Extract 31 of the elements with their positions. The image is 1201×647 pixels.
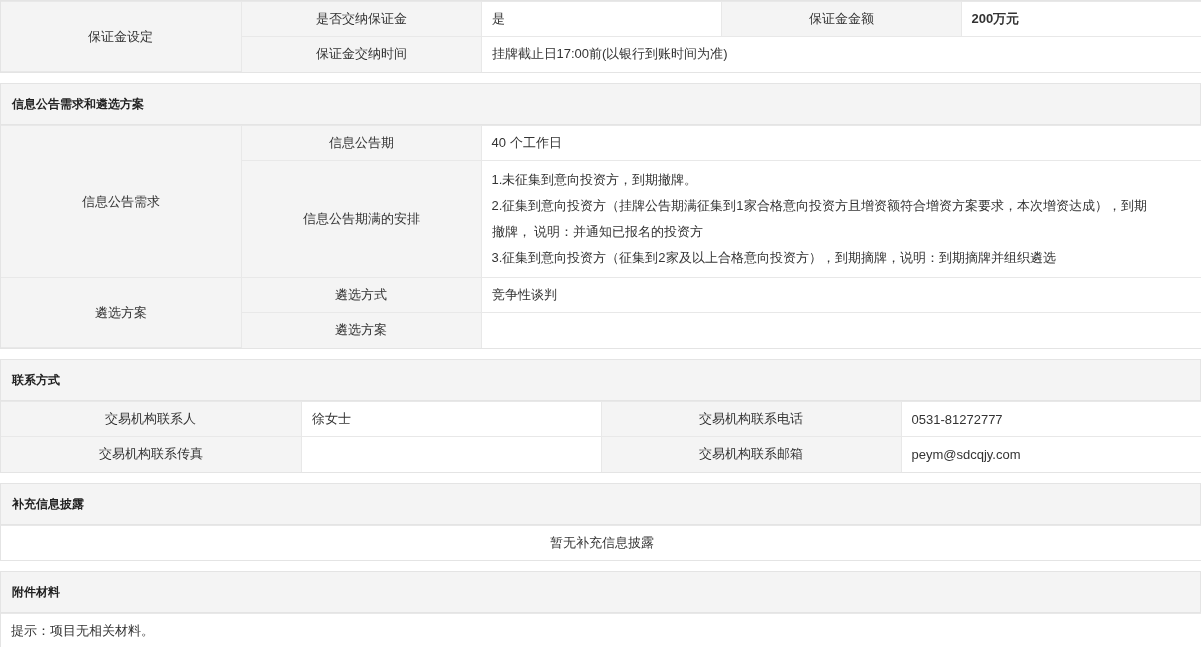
arrangement-line: 3.征集到意向投资方（征集到2家及以上合格意向投资方），到期摘牌，说明：到期摘牌并组织遴选 [491, 249, 1057, 267]
field-label: 保证金交纳时间 [315, 46, 407, 62]
section-title: 联系方式 [1, 360, 1200, 401]
field-value: 徐女士 [311, 411, 351, 426]
arrangement-line: 2.征集到意向投资方（挂牌公告期满征集到1家合格意向投资方且增资额符合增资方案要求，本次增资达成），到期撤牌， 说明：并通知已报名的投资方 [491, 197, 1147, 241]
section-title: 信息公告需求和遴选方案 [1, 84, 1200, 125]
field-value: 竞争性谈判 [491, 287, 557, 302]
field-label: 交易机构联系传真 [98, 446, 203, 462]
field-label: 遴选方式 [335, 287, 387, 302]
section-title: 补充信息披露 [1, 483, 1200, 525]
field-label: 信息公告期满的安排 [302, 211, 420, 226]
empty-notice: 暂无补充信息披露 [549, 534, 654, 550]
field-label: 交易机构联系邮箱 [699, 446, 803, 462]
field-value: 200万元 [971, 11, 1020, 26]
field-label: 保证金设定 [88, 28, 154, 44]
field-label: 遴选方案 [94, 304, 147, 320]
field-value: 提示：项目无相关材料。 [11, 623, 154, 639]
field-label: 信息公告需求 [81, 193, 160, 209]
field-value: 0531-81272777 [911, 411, 1003, 427]
field-value: 40 个工作日 [491, 135, 562, 150]
field-label: 交易机构联系人 [105, 411, 197, 426]
field-value: 是 [491, 11, 505, 26]
field-label: 遴选方案 [335, 322, 387, 338]
arrangement-line: 1.未征集到意向投资方，到期撤牌。 [491, 171, 699, 189]
field-value: peym@sdcqjy.com [911, 446, 1021, 462]
field-label: 交易机构联系电话 [699, 411, 803, 426]
field-label: 信息公告期 [328, 135, 394, 150]
field-value: 挂牌截止日17:00前(以银行到账时间为准) [491, 46, 728, 62]
section-title: 附件材料 [1, 572, 1200, 613]
field-label: 保证金金额 [808, 11, 874, 26]
field-label: 是否交纳保证金 [315, 11, 407, 26]
